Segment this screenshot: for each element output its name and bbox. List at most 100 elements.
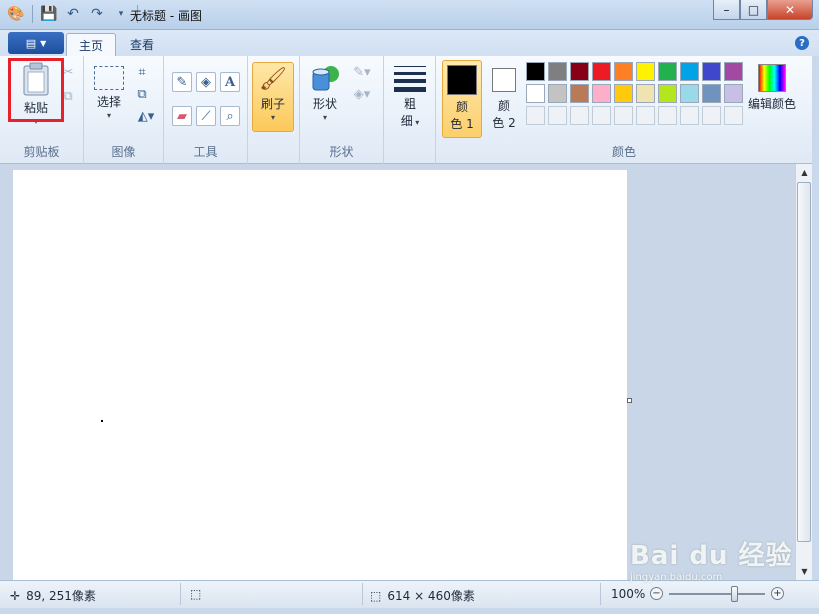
selection-icon: ⬚	[190, 587, 202, 601]
palette-swatch[interactable]	[724, 84, 743, 103]
colors-group: 颜 色 1 颜 色 2 编辑颜色 颜色	[436, 56, 812, 164]
custom-color-slot[interactable]	[636, 106, 655, 125]
minimize-button[interactable]: –	[713, 0, 740, 20]
size-label-line1: 粗	[403, 97, 416, 111]
edit-colors-label: 编辑颜色	[747, 97, 796, 111]
custom-color-slot[interactable]	[680, 106, 699, 125]
custom-color-slot[interactable]	[658, 106, 677, 125]
window-title: 无标题 - 画图	[130, 9, 202, 23]
custom-color-slot[interactable]	[548, 106, 567, 125]
size-button[interactable]: 粗 细 ▾	[392, 64, 428, 131]
palette-swatch[interactable]	[636, 84, 655, 103]
cursor-position-text: 89, 251像素	[26, 589, 96, 603]
palette-swatch[interactable]	[592, 84, 611, 103]
palette-swatch[interactable]	[548, 62, 567, 81]
tab-home[interactable]: 主页	[66, 33, 117, 56]
palette-swatch[interactable]	[614, 84, 633, 103]
crop-icon[interactable]: ⌗	[132, 62, 152, 82]
pencil-icon[interactable]: ✎	[172, 72, 192, 92]
window-controls: – □ ✕	[713, 0, 813, 20]
customize-qat-icon[interactable]: ▾	[111, 4, 131, 24]
palette-swatch[interactable]	[526, 62, 545, 81]
custom-color-slot[interactable]	[614, 106, 633, 125]
custom-color-slot[interactable]	[702, 106, 721, 125]
custom-color-slot[interactable]	[592, 106, 611, 125]
edit-colors-button[interactable]: 编辑颜色	[746, 64, 798, 113]
palette-swatch[interactable]	[658, 62, 677, 81]
palette-swatch[interactable]	[570, 84, 589, 103]
scroll-down-icon[interactable]: ▼	[796, 563, 813, 580]
window-frame	[0, 608, 819, 614]
palette-swatch[interactable]	[548, 84, 567, 103]
menu-icon: ▤	[25, 36, 37, 50]
rotate-icon[interactable]: ◭▾	[132, 106, 160, 126]
paint-app-icon[interactable]: 🎨	[6, 4, 26, 24]
fill-icon[interactable]: ◈▾	[348, 84, 376, 104]
zoom-out-button[interactable]: −	[650, 587, 663, 600]
selection-size: ⬚	[190, 587, 201, 601]
clipboard-group-label: 剪贴板	[23, 145, 60, 159]
tools-group-label: 工具	[193, 145, 218, 159]
palette-swatch[interactable]	[724, 62, 743, 81]
color2-button[interactable]: 颜 色 2	[486, 60, 522, 138]
maximize-button[interactable]: □	[740, 0, 767, 20]
zoom-slider-thumb[interactable]	[731, 585, 738, 602]
shapes-group-label: 形状	[329, 145, 354, 159]
custom-color-slot[interactable]	[724, 106, 743, 125]
zoom-level: 100%	[611, 587, 646, 601]
drawing-canvas[interactable]	[13, 170, 627, 580]
scroll-thumb[interactable]	[797, 182, 811, 542]
close-button[interactable]: ✕	[767, 0, 813, 20]
palette-swatch[interactable]	[702, 84, 721, 103]
redo-icon[interactable]: ↷	[87, 4, 107, 24]
help-icon[interactable]: ?	[795, 36, 809, 50]
palette-swatch[interactable]	[658, 84, 677, 103]
pixel-dot	[101, 420, 103, 422]
undo-icon[interactable]: ↶	[63, 4, 83, 24]
vertical-scrollbar[interactable]: ▲ ▼	[795, 164, 812, 580]
tools-group: ✎ ◈ A ▰ ⟋ ⌕ 工具	[164, 56, 248, 164]
paint-menu-button[interactable]: ▤ ▼	[8, 32, 64, 54]
resize-icon[interactable]: ⧉	[132, 84, 152, 104]
canvas-resize-handle[interactable]	[627, 398, 632, 403]
shapes-label: 形状	[312, 97, 337, 111]
palette-swatch[interactable]	[636, 62, 655, 81]
palette-swatch[interactable]	[680, 84, 699, 103]
fill-bucket-icon[interactable]: ◈	[196, 72, 216, 92]
custom-color-slot[interactable]	[570, 106, 589, 125]
title-bar: 🎨 💾 ↶ ↷ ▾ 无标题 - 画图 – □ ✕	[0, 0, 819, 30]
palette-swatch[interactable]	[614, 62, 633, 81]
tab-view[interactable]: 查看	[118, 33, 166, 56]
canvas-size-icon: ⬚	[370, 588, 382, 603]
select-label: 选择	[96, 95, 121, 109]
select-button[interactable]: 选择 ▾	[92, 66, 126, 120]
scroll-up-icon[interactable]: ▲	[796, 164, 813, 181]
color2-label-line2: 色 2	[492, 116, 516, 130]
chevron-down-icon: ▾	[270, 113, 275, 122]
palette-swatch[interactable]	[526, 84, 545, 103]
size-label-line2: 细	[400, 114, 413, 128]
palette-swatch[interactable]	[570, 62, 589, 81]
watermark-brand: Bai du 经验	[630, 541, 793, 571]
watermark-url: jingyan.baidu.com	[630, 572, 723, 583]
color1-button[interactable]: 颜 色 1	[442, 60, 482, 138]
palette-swatch[interactable]	[702, 62, 721, 81]
color1-swatch	[447, 65, 477, 95]
zoom-slider[interactable]	[669, 585, 765, 602]
text-icon[interactable]: A	[220, 72, 240, 92]
color-spectrum-icon	[758, 64, 786, 92]
outline-icon[interactable]: ✎▾	[348, 62, 376, 82]
palette-swatch[interactable]	[592, 62, 611, 81]
palette-swatch[interactable]	[680, 62, 699, 81]
canvas-workspace	[0, 164, 795, 580]
shapes-button[interactable]: 形状 ▾	[306, 64, 344, 122]
eraser-icon[interactable]: ▰	[172, 106, 192, 126]
save-icon[interactable]: 💾	[39, 4, 59, 24]
custom-color-slot[interactable]	[526, 106, 545, 125]
brushes-button[interactable]: 🖌 刷子 ▾	[252, 62, 294, 132]
shapes-icon	[312, 66, 339, 91]
divider	[362, 583, 363, 605]
color-picker-icon[interactable]: ⟋	[196, 106, 216, 126]
zoom-in-button[interactable]: +	[771, 587, 784, 600]
magnifier-icon[interactable]: ⌕	[220, 106, 240, 126]
